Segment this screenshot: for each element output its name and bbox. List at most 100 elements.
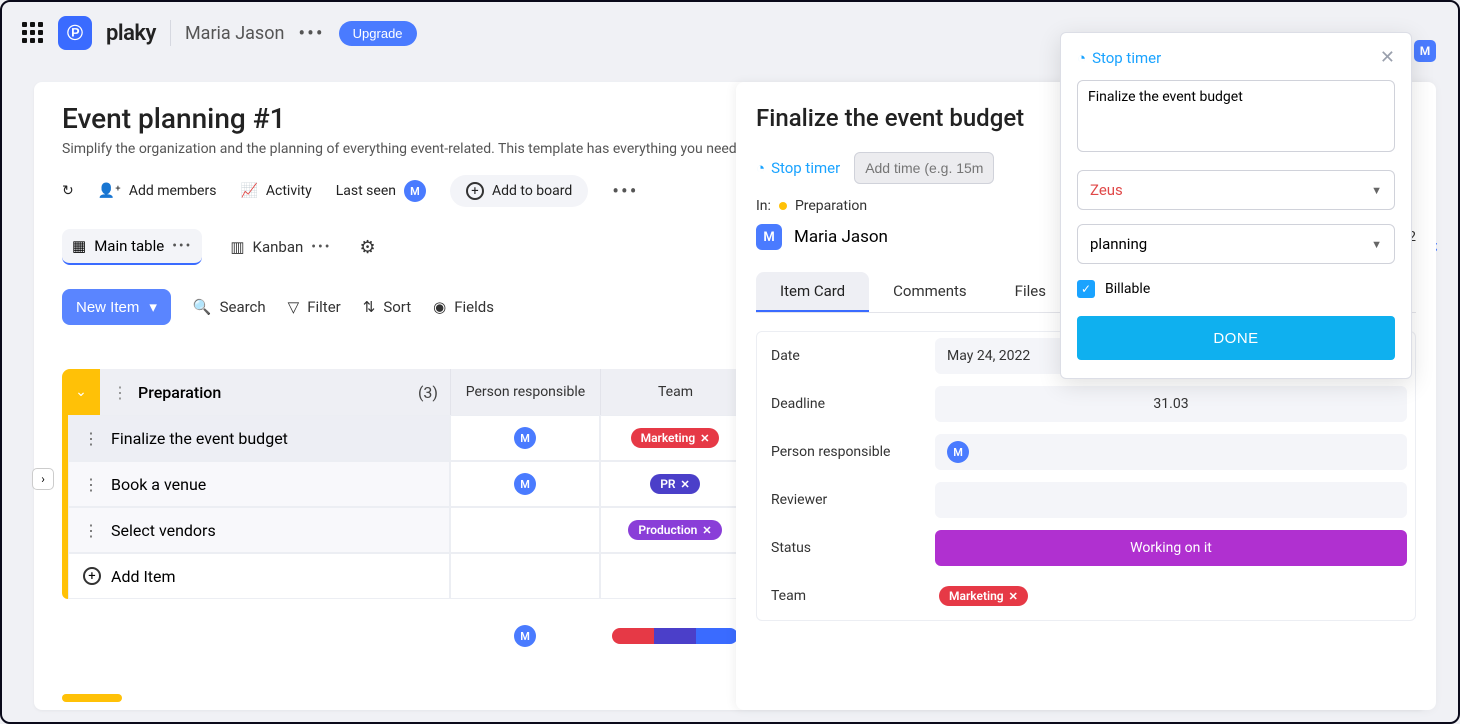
drag-icon[interactable]: ⋮ — [83, 475, 99, 494]
last-seen-button[interactable]: Last seenM — [336, 180, 426, 202]
timer-icon: ◔ — [1077, 49, 1086, 67]
remove-tag-icon[interactable]: ✕ — [700, 432, 709, 445]
add-item-label: Add Item — [111, 567, 176, 586]
avatar: M — [514, 427, 536, 449]
view-kanban[interactable]: ▥ Kanban ••• — [220, 230, 341, 264]
drag-icon[interactable]: ⋮ — [83, 429, 99, 448]
cell-team[interactable]: Production✕ — [600, 507, 750, 553]
field-reviewer-value[interactable] — [935, 482, 1407, 518]
new-item-label: New Item — [76, 299, 139, 316]
group-dot-icon — [779, 202, 787, 210]
popup-close-icon[interactable]: ✕ — [1380, 47, 1395, 68]
column-person[interactable]: Person responsible — [450, 369, 600, 415]
billable-label: Billable — [1105, 281, 1150, 297]
cell-team[interactable]: PR✕ — [600, 461, 750, 507]
cell-person[interactable]: M — [450, 461, 600, 507]
new-item-button[interactable]: New Item ▾ — [62, 289, 171, 325]
field-deadline-value[interactable]: 31.03 — [935, 386, 1407, 422]
search-label: Search — [220, 298, 266, 316]
activity-button[interactable]: 📈Activity — [240, 183, 311, 199]
field-status-value[interactable]: Working on it — [935, 530, 1407, 566]
remove-tag-icon[interactable]: ✕ — [702, 524, 711, 537]
sort-button[interactable]: ⇅ Sort — [363, 298, 411, 316]
kanban-icon: ▥ — [230, 238, 244, 256]
in-value[interactable]: Preparation — [795, 198, 867, 214]
team-tag[interactable]: Production✕ — [628, 520, 721, 540]
group-collapse-toggle[interactable]: ⌄ — [62, 369, 100, 415]
cell-person[interactable]: M — [450, 415, 600, 461]
team-tag[interactable]: Marketing✕ — [631, 428, 720, 448]
workspace-user[interactable]: Maria Jason — [185, 23, 284, 44]
group-count: (3) — [418, 383, 438, 402]
add-item-button[interactable]: +Add Item — [68, 553, 450, 599]
field-person-value[interactable]: M — [935, 434, 1407, 470]
sort-icon: ⇅ — [363, 298, 376, 316]
cell-team[interactable]: Marketing✕ — [600, 415, 750, 461]
item-name[interactable]: Finalize the event budget — [111, 429, 288, 448]
table-icon: ▦ — [72, 237, 86, 255]
more-icon[interactable]: ••• — [298, 21, 324, 45]
item-name[interactable]: Book a venue — [111, 475, 206, 494]
user-avatar[interactable]: M — [1414, 40, 1436, 62]
popup-tag-select[interactable]: planning ▼ — [1077, 224, 1395, 264]
fields-button[interactable]: ◉Fields — [433, 298, 494, 316]
filter-icon: ▽ — [288, 298, 300, 316]
team-tag[interactable]: PR✕ — [650, 474, 700, 494]
popup-stop-timer-button[interactable]: ◔Stop timer — [1077, 49, 1161, 67]
chevron-down-icon: ▾ — [149, 298, 157, 316]
expand-sidebar-icon[interactable]: › — [32, 468, 54, 490]
search-button[interactable]: 🔍Search — [193, 298, 266, 316]
drag-icon[interactable]: ⋮ — [112, 383, 128, 402]
billable-checkbox[interactable]: ✓ Billable — [1077, 280, 1395, 298]
chevron-down-icon: ▼ — [1371, 238, 1382, 251]
stop-timer-button[interactable]: ◔Stop timer — [756, 159, 840, 177]
timer-popup: ◔Stop timer ✕ Zeus▼ planning▼ ✓Billable … — [1060, 32, 1412, 379]
tab-comments[interactable]: Comments — [869, 272, 991, 312]
remove-tag-icon[interactable]: ✕ — [1009, 590, 1018, 603]
apps-grid-icon[interactable] — [22, 22, 44, 44]
empty-cell — [450, 553, 600, 599]
add-time-input[interactable] — [854, 152, 994, 184]
kanban-more-icon[interactable]: ••• — [311, 239, 331, 255]
avatar: M — [514, 473, 536, 495]
settings-icon[interactable]: ⚙ — [359, 237, 375, 258]
checkbox-checked-icon: ✓ — [1077, 280, 1095, 298]
item-name[interactable]: Select vendors — [111, 521, 216, 540]
group-name[interactable]: Preparation — [138, 383, 221, 402]
last-seen-label: Last seen — [336, 183, 396, 199]
field-team-value[interactable]: Marketing✕ — [935, 578, 1407, 614]
remove-tag-icon[interactable]: ✕ — [681, 478, 690, 491]
board-more-icon[interactable]: ••• — [612, 179, 638, 203]
add-members-button[interactable]: 👤⁺Add members — [98, 183, 217, 199]
tab-item-card[interactable]: Item Card — [756, 272, 869, 312]
view-kanban-label: Kanban — [253, 238, 304, 256]
team-tag[interactable]: Marketing✕ — [939, 586, 1028, 606]
cell-person[interactable] — [450, 507, 600, 553]
field-status-label: Status — [757, 540, 927, 556]
popup-description-input[interactable] — [1077, 80, 1395, 152]
divider — [170, 20, 171, 46]
filter-button[interactable]: ▽Filter — [288, 298, 341, 316]
brand-name: plaky — [106, 21, 156, 46]
view-more-icon[interactable]: ••• — [172, 238, 192, 254]
column-team[interactable]: Team — [600, 369, 750, 415]
field-deadline-label: Deadline — [757, 396, 927, 412]
done-button[interactable]: DONE — [1077, 316, 1395, 360]
tab-files[interactable]: Files — [991, 272, 1070, 312]
avatar: M — [756, 224, 782, 250]
view-main-table[interactable]: ▦Main table ••• — [62, 229, 202, 265]
upgrade-button[interactable]: Upgrade — [339, 21, 417, 46]
chevron-down-icon: ▼ — [1371, 184, 1382, 197]
plus-icon: + — [466, 182, 484, 200]
add-members-label: Add members — [129, 183, 217, 199]
summary-team — [600, 613, 750, 659]
plaky-logo-icon[interactable]: ℗ — [58, 16, 92, 50]
popup-tag-value: planning — [1090, 235, 1147, 253]
add-to-board-button[interactable]: +Add to board — [450, 175, 588, 207]
eye-icon: ◉ — [433, 298, 446, 316]
drag-icon[interactable]: ⋮ — [83, 521, 99, 540]
sort-label: Sort — [383, 298, 411, 316]
popup-project-select[interactable]: Zeus▼ — [1077, 170, 1395, 210]
empty-cell — [600, 553, 750, 599]
automations-icon[interactable]: ↻ — [62, 183, 74, 199]
